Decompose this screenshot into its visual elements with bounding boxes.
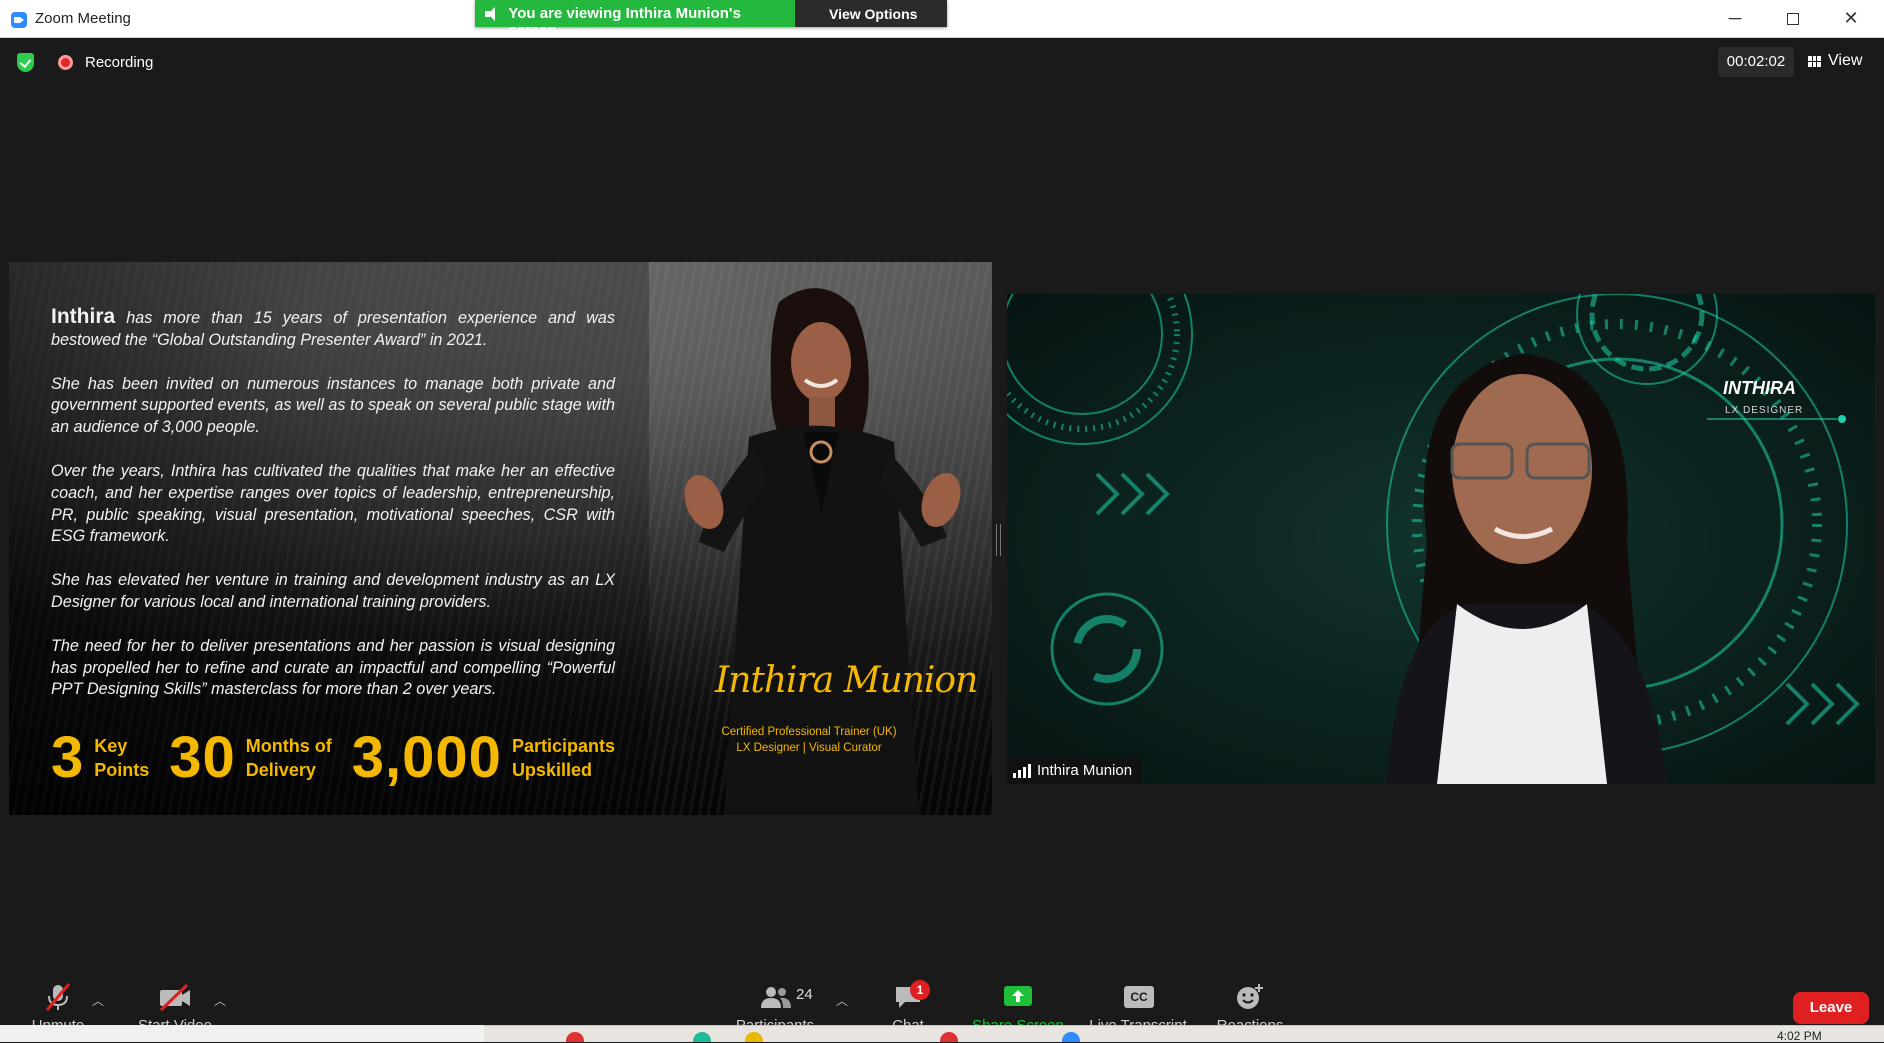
screen-share-banner: You are viewing Inthira Munion's screen …	[475, 0, 947, 39]
window-title: Zoom Meeting	[35, 10, 131, 27]
signature: Inthira Munion	[715, 660, 978, 701]
meeting-timer: 00:02:02	[1718, 47, 1794, 77]
participant-name-tag: Inthira Munion	[1007, 758, 1143, 784]
video-off-icon	[159, 983, 190, 1012]
bio-paragraph: She has elevated her venture in training…	[51, 571, 615, 611]
chat-unread-badge: 1	[910, 980, 930, 1000]
viewing-screen-label: You are viewing Inthira Munion's screen	[475, 0, 795, 39]
stats-row: 3 Key Points 30 Months of Delivery 3,000 P…	[51, 728, 635, 788]
participants-icon	[761, 987, 791, 1008]
view-label: View	[1828, 52, 1863, 69]
taskbar-left	[0, 1025, 484, 1042]
taskbar-clock: 4:02 PM	[1777, 1029, 1822, 1043]
video-bg-subtitle: LX DESIGNER	[1725, 405, 1804, 416]
participant-video[interactable]: INTHIRA LX DESIGNER	[1007, 294, 1875, 784]
recording-label: Recording	[85, 54, 154, 71]
maximize-button[interactable]	[1764, 0, 1822, 38]
bio-name: Inthira	[51, 305, 116, 328]
bio-paragraph: Over the years, Inthira has cultivated t…	[51, 461, 615, 546]
zoom-logo-icon	[11, 12, 27, 28]
stat-number: 3	[51, 725, 85, 790]
bio-paragraph: She has been invited on numerous instanc…	[51, 374, 615, 437]
closed-caption-icon: CC	[1124, 986, 1154, 1008]
participant-name: Inthira Munion	[1037, 762, 1133, 779]
reactions-icon	[1237, 984, 1263, 1009]
grid-view-icon	[1808, 55, 1821, 67]
certification-text: Certified Professional Trainer (UK) LX D…	[721, 726, 897, 754]
audio-options-chevron-icon[interactable]: ︿	[92, 992, 104, 1009]
leave-button[interactable]: Leave	[1793, 992, 1869, 1024]
video-options-chevron-icon[interactable]: ︿	[214, 992, 226, 1009]
stat-label: Key Points	[94, 736, 150, 780]
stat-number: 3,000	[351, 725, 502, 790]
signal-strength-icon	[1013, 764, 1031, 778]
stat-number: 30	[169, 725, 236, 790]
minimize-button[interactable]: ─	[1706, 0, 1764, 38]
recording-icon	[58, 55, 73, 70]
participants-count: 24	[796, 986, 813, 1003]
bio-paragraph: The need for her to deliver presentation…	[51, 636, 615, 699]
bio-intro: Inthira has more than 15 years of presen…	[51, 305, 615, 349]
video-background	[1007, 294, 1875, 784]
muted-microphone-icon	[45, 983, 71, 1011]
stat-label: Participants Upskilled	[511, 736, 615, 780]
bio-text: Inthira has more than 15 years of presen…	[51, 306, 615, 723]
participants-options-chevron-icon[interactable]: ︿	[836, 992, 848, 1009]
close-button[interactable]: ✕	[1822, 0, 1880, 38]
video-bg-title: INTHIRA	[1723, 378, 1796, 398]
speaker-icon	[485, 7, 500, 21]
stat-label: Months of Delivery	[245, 736, 332, 780]
encryption-shield-icon[interactable]	[17, 53, 34, 72]
view-button[interactable]: View	[1808, 47, 1862, 75]
view-options-button[interactable]: View Options ⌄	[795, 0, 947, 38]
resize-handle[interactable]	[996, 524, 1001, 556]
shared-screen: Inthira has more than 15 years of presen…	[9, 262, 992, 815]
viewing-screen-text: You are viewing Inthira Munion's screen	[508, 5, 741, 39]
share-screen-icon	[1004, 986, 1032, 1006]
maximize-icon	[1787, 13, 1799, 26]
